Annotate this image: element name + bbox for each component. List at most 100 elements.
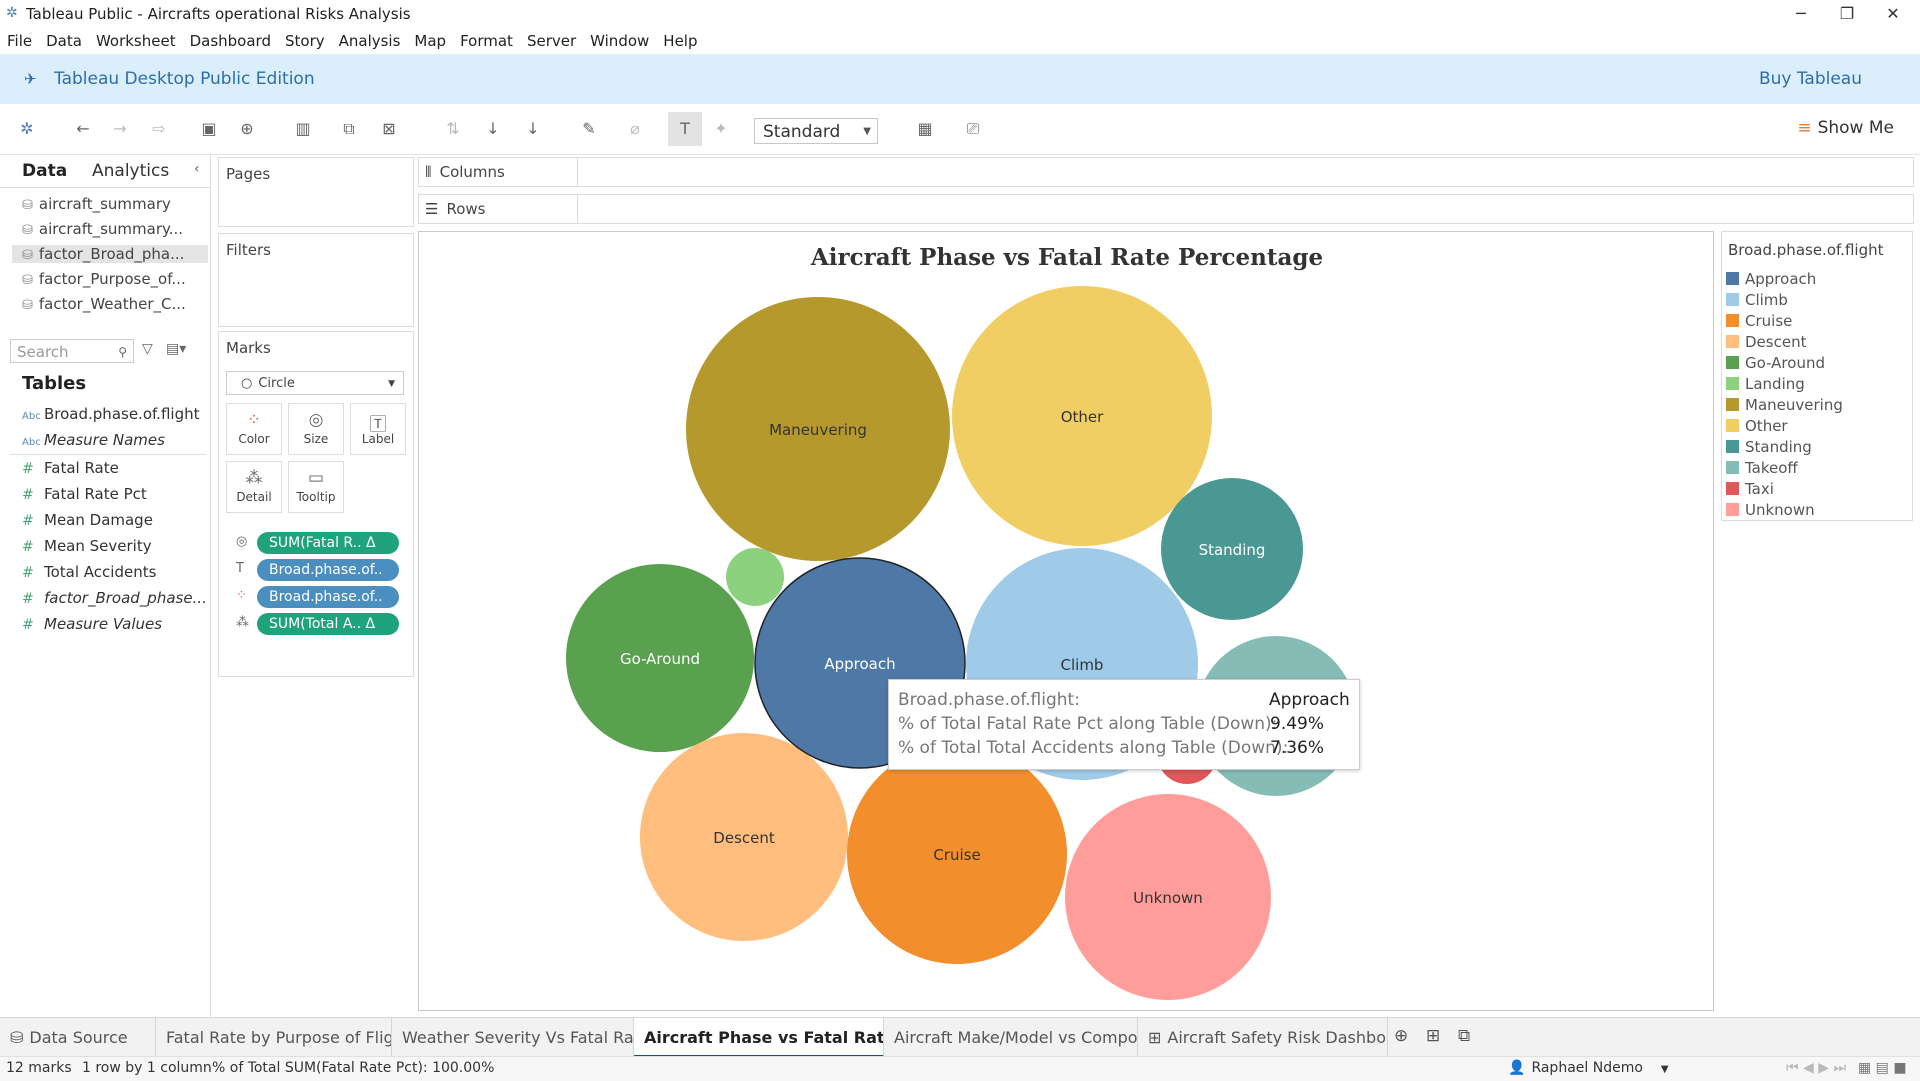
show-mark-labels-icon[interactable]: T [668, 112, 702, 146]
save-icon[interactable]: ▣ [196, 117, 222, 141]
fit-mode-select[interactable]: Standard ▼ [754, 118, 878, 144]
menu-server[interactable]: Server [520, 28, 583, 54]
legend-item[interactable]: Descent [1726, 333, 1806, 353]
field-measure[interactable]: # Measure Values [22, 615, 162, 633]
duplicate-sheet-icon[interactable]: ⧉ [336, 117, 362, 141]
filters-card-title: Filters [226, 241, 271, 259]
new-dashboard-icon[interactable]: ⊞ [1426, 1026, 1440, 1046]
filters-card[interactable]: Filters [218, 233, 414, 327]
bubble-landing[interactable] [726, 548, 784, 606]
legend-item[interactable]: Other [1726, 417, 1788, 437]
data-source-item[interactable]: ⛁ aircraft_summary... [22, 220, 202, 238]
fix-axes-icon[interactable]: ✦ [708, 117, 734, 141]
field-measure[interactable]: # Total Accidents [22, 563, 156, 581]
label-pill[interactable]: Broad.phase.of.. [257, 559, 399, 581]
menu-file[interactable]: File [0, 28, 39, 54]
bubble-chart: ManeuveringOtherStandingGo-AroundClimbTa… [566, 286, 1356, 1000]
restore-icon[interactable]: ❐ [1824, 2, 1870, 26]
new-worksheet-icon[interactable]: ⊕ [1394, 1026, 1408, 1046]
new-worksheet-icon[interactable]: ▥ [290, 117, 316, 141]
legend-item[interactable]: Approach [1726, 270, 1816, 290]
filter-icon[interactable]: ▽ [142, 341, 153, 357]
detail-pill[interactable]: SUM(Total A.. Δ [257, 613, 399, 635]
redo-icon[interactable]: → [107, 117, 133, 141]
menu-worksheet[interactable]: Worksheet [89, 28, 183, 54]
swap-rows-columns-icon[interactable]: ⇅ [440, 117, 466, 141]
menu-analysis[interactable]: Analysis [332, 28, 408, 54]
rows-shelf[interactable]: ☰ Rows [418, 194, 1914, 224]
menu-dashboard[interactable]: Dashboard [183, 28, 278, 54]
group-members-icon[interactable]: ⌀ [622, 117, 648, 141]
tab-sheet[interactable]: Aircraft Make/Model vs Compos... [884, 1018, 1138, 1057]
undo-icon[interactable]: ← [70, 117, 96, 141]
size-icon: ◎ [308, 410, 324, 430]
show-cards-icon[interactable]: ▦ [912, 117, 938, 141]
show-me-button[interactable]: ≡ Show Me [1797, 118, 1894, 138]
columns-shelf[interactable]: ⦀ Columns [418, 157, 1914, 187]
tab-dashboard[interactable]: ⊞Aircraft Safety Risk Dashboar... [1138, 1018, 1388, 1057]
legend-item[interactable]: Unknown [1726, 501, 1815, 521]
user-menu[interactable]: 👤 Raphael Ndemo ▼ [1508, 1060, 1669, 1076]
new-data-source-icon[interactable]: ⊕ [234, 117, 260, 141]
size-pill[interactable]: SUM(Fatal R.. Δ [257, 532, 399, 554]
view-options-icon[interactable]: ▤▾ [166, 341, 186, 357]
tab-sheet[interactable]: Weather Severity Vs Fatal Rate [392, 1018, 634, 1057]
pages-card[interactable]: Pages [218, 157, 414, 227]
legend-item[interactable]: Go-Around [1726, 354, 1825, 374]
tab-data-source[interactable]: ⛁ Data Source [0, 1018, 156, 1057]
tab-analytics[interactable]: Analytics [92, 161, 169, 181]
data-source-item[interactable]: ⛁ factor_Purpose_of... [22, 270, 202, 288]
label-button[interactable]: 🅃 Label [350, 403, 406, 455]
data-source-item[interactable]: ⛁ factor_Weather_C... [22, 295, 202, 313]
legend-item[interactable]: Standing [1726, 438, 1812, 458]
data-source-item-selected[interactable]: ⛁ factor_Broad_pha... [12, 245, 208, 263]
legend-item[interactable]: Takeoff [1726, 459, 1798, 479]
number-type-icon: # [22, 513, 34, 529]
sheet-nav-icons[interactable]: ⏮ ◀ ▶ ⏭ [1786, 1060, 1846, 1076]
replay-icon[interactable]: ⇨ [146, 117, 172, 141]
tab-sheet-active[interactable]: Aircraft Phase vs Fatal Rate Pe... [634, 1018, 884, 1057]
presentation-mode-icon[interactable]: ⎚ [960, 117, 986, 141]
field-dimension[interactable]: Abc Measure Names [22, 431, 165, 449]
menu-data[interactable]: Data [39, 28, 89, 54]
menu-format[interactable]: Format [453, 28, 520, 54]
close-icon[interactable]: ✕ [1870, 2, 1916, 26]
tab-data[interactable]: Data [22, 161, 67, 181]
field-dimension[interactable]: Abc Broad.phase.of.flight [22, 405, 199, 423]
size-button[interactable]: ◎ Size [288, 403, 344, 455]
legend-item[interactable]: Taxi [1726, 480, 1774, 500]
sort-ascending-icon[interactable]: ↓ [480, 117, 506, 141]
menu-map[interactable]: Map [407, 28, 453, 54]
collapse-pane-icon[interactable]: ‹ [194, 161, 200, 177]
field-measure[interactable]: # Mean Severity [22, 537, 152, 555]
menu-window[interactable]: Window [583, 28, 656, 54]
color-pill[interactable]: Broad.phase.of.. [257, 586, 399, 608]
field-measure[interactable]: # Fatal Rate Pct [22, 485, 147, 503]
highlight-icon[interactable]: ✎ [576, 117, 602, 141]
tooltip-button[interactable]: ▭ Tooltip [288, 461, 344, 513]
new-story-icon[interactable]: ⧉ [1458, 1026, 1470, 1046]
clear-sheet-icon[interactable]: ⊠ [376, 117, 402, 141]
legend-item[interactable]: Climb [1726, 291, 1788, 311]
sort-descending-icon[interactable]: ↓ [520, 117, 546, 141]
menu-story[interactable]: Story [278, 28, 332, 54]
search-input[interactable]: Search ⚲ [10, 339, 134, 363]
legend-item[interactable]: Landing [1726, 375, 1805, 395]
detail-button[interactable]: ⁂ Detail [226, 461, 282, 513]
mark-type-select[interactable]: ○ Circle ▼ [226, 371, 404, 395]
minimize-icon[interactable]: ─ [1778, 2, 1824, 26]
number-type-icon: # [22, 539, 34, 555]
legend-item[interactable]: Maneuvering [1726, 396, 1843, 416]
pin-icon[interactable]: ✈ [24, 70, 37, 88]
tableau-home-icon[interactable]: ✲ [14, 117, 40, 141]
tab-sheet[interactable]: Fatal Rate by Purpose of Flight [156, 1018, 392, 1057]
legend-item[interactable]: Cruise [1726, 312, 1792, 332]
data-source-item[interactable]: ⛁ aircraft_summary [22, 195, 202, 213]
menu-help[interactable]: Help [656, 28, 704, 54]
buy-tableau-link[interactable]: Buy Tableau [1759, 69, 1862, 89]
field-measure[interactable]: # Fatal Rate [22, 459, 119, 477]
field-measure[interactable]: # factor_Broad_phase... [22, 589, 207, 607]
field-measure[interactable]: # Mean Damage [22, 511, 153, 529]
color-button[interactable]: ⁘ Color [226, 403, 282, 455]
view-mode-icons[interactable]: ▦ ▤ ■ [1858, 1060, 1907, 1076]
